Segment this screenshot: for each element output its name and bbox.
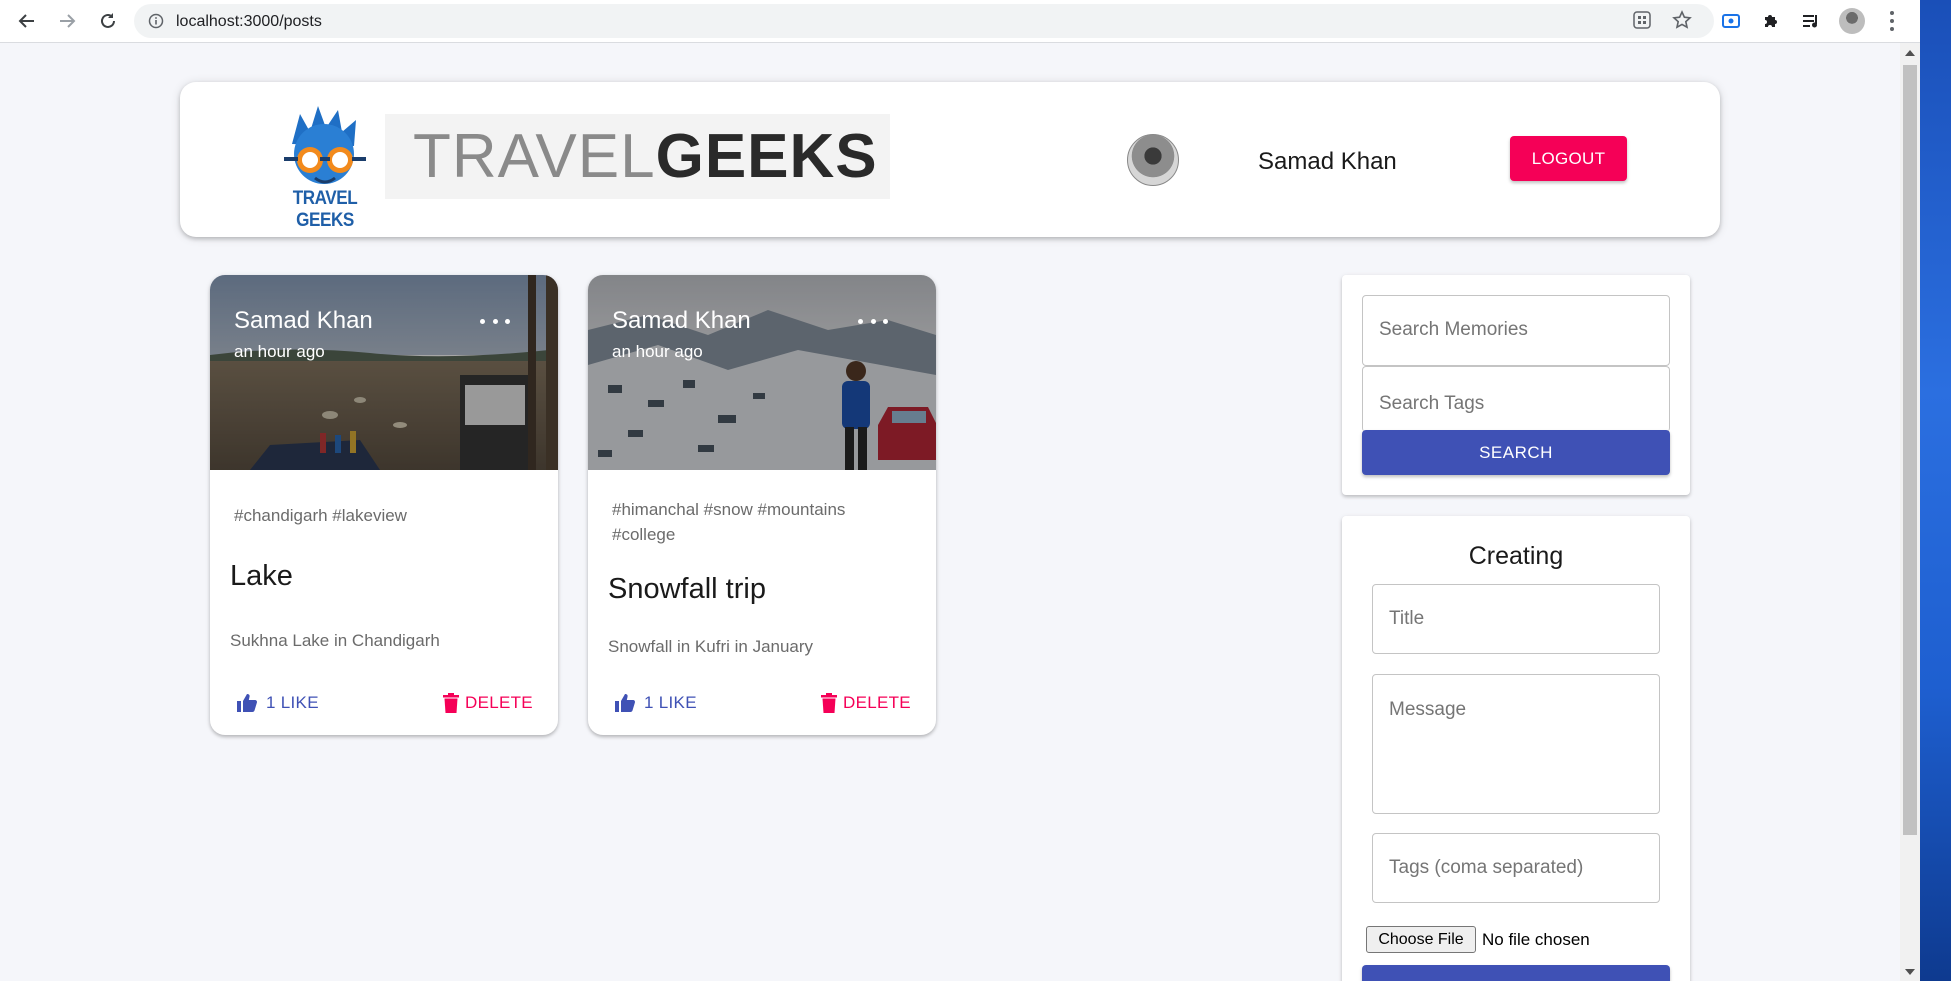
thumb-up-icon (237, 694, 258, 712)
create-memory-form: Creating Title Message Tags (coma separa… (1342, 516, 1690, 981)
search-tags-placeholder: Search Tags (1379, 393, 1485, 414)
like-count-label: 1 LIKE (644, 693, 697, 712)
scroll-down-arrow-icon[interactable] (1905, 969, 1915, 975)
submit-button[interactable] (1362, 965, 1670, 981)
trash-icon (443, 693, 459, 713)
wordmark-geeks: GEEKS (655, 122, 878, 191)
file-status-text: No file chosen (1482, 930, 1590, 949)
forward-button[interactable] (54, 8, 80, 34)
browser-menu-icon[interactable] (1885, 9, 1899, 33)
extensions-puzzle-icon[interactable] (1759, 9, 1783, 33)
qr-code-icon[interactable] (1630, 8, 1654, 32)
tags-input[interactable]: Tags (coma separated) (1372, 833, 1660, 903)
media-queue-icon[interactable] (1799, 9, 1823, 33)
like-button[interactable]: 1 LIKE (614, 693, 697, 713)
reload-icon (101, 13, 115, 28)
delete-label: DELETE (465, 693, 533, 712)
reload-button[interactable] (95, 8, 121, 34)
post-time: an hour ago (612, 342, 703, 361)
title-input[interactable]: Title (1372, 584, 1660, 654)
search-button[interactable]: SEARCH (1362, 430, 1670, 475)
address-bar[interactable]: localhost:3000/posts (134, 4, 1714, 38)
back-button[interactable] (14, 8, 40, 34)
site-info-icon[interactable] (148, 13, 164, 34)
post-author: Samad Khan (612, 307, 751, 334)
logo-caption: TRAVEL GEEKS (292, 188, 358, 231)
post-message: Sukhna Lake in Chandigarh (230, 631, 440, 650)
post-message: Snowfall in Kufri in January (608, 637, 814, 656)
search-memories-input[interactable]: Search Memories (1362, 295, 1670, 366)
delete-button[interactable]: DELETE (443, 693, 533, 713)
more-options-icon[interactable] (480, 315, 510, 327)
message-textarea[interactable]: Message (1372, 674, 1660, 814)
trash-icon (821, 693, 837, 713)
user-name: Samad Khan (1258, 148, 1397, 175)
post-card: Samad Khan an hour ago #chandigarh #lake… (210, 275, 558, 735)
like-count-label: 1 LIKE (266, 693, 319, 712)
like-button[interactable]: 1 LIKE (236, 693, 319, 713)
browser-profile-avatar[interactable] (1839, 8, 1865, 34)
travelgeeks-logo[interactable]: TRAVEL GEEKS (270, 102, 380, 231)
page-viewport: TRAVEL GEEKS TRAVEL GEEKS Samad Khan LOGO… (0, 43, 1900, 981)
arrow-left-icon (18, 14, 34, 28)
post-title: Lake (230, 560, 293, 592)
geek-mascot-icon (284, 106, 366, 184)
scroll-up-arrow-icon[interactable] (1905, 50, 1915, 56)
post-card: Samad Khan an hour ago #himanchal #snow … (588, 275, 936, 735)
message-placeholder: Message (1389, 699, 1467, 720)
more-options-icon[interactable] (858, 315, 888, 327)
image-overlay (210, 275, 558, 470)
url-text: localhost:3000/posts (176, 13, 322, 30)
choose-file-button[interactable]: Choose File (1366, 926, 1476, 953)
app-bar: TRAVEL GEEKS TRAVEL GEEKS Samad Khan LOGO… (180, 82, 1720, 237)
post-tags: #chandigarh #lakeview (234, 506, 407, 525)
page-scrollbar[interactable] (1900, 43, 1920, 981)
scrollbar-thumb[interactable] (1903, 65, 1917, 835)
bookmark-star-icon[interactable] (1670, 8, 1694, 32)
screen-capture-extension-icon[interactable] (1719, 9, 1743, 33)
post-title: Snowfall trip (608, 573, 766, 605)
search-memories-placeholder: Search Memories (1379, 319, 1528, 340)
wordmark-travel: TRAVEL (413, 122, 656, 191)
delete-button[interactable]: DELETE (821, 693, 911, 713)
arrow-right-icon (60, 14, 76, 28)
post-author: Samad Khan (234, 307, 373, 334)
delete-label: DELETE (843, 693, 911, 712)
title-placeholder: Title (1389, 608, 1425, 629)
post-tags: #himanchal #snow #mountains #college (612, 500, 846, 544)
post-time: an hour ago (234, 342, 325, 361)
form-heading: Creating (1468, 542, 1564, 570)
user-avatar[interactable] (1127, 134, 1179, 186)
search-panel: Search Memories Search Tags SEARCH (1342, 275, 1690, 495)
desktop-background (1920, 0, 1951, 981)
image-overlay (588, 275, 936, 470)
travelgeeks-wordmark[interactable]: TRAVEL GEEKS (385, 114, 890, 199)
search-tags-input[interactable]: Search Tags (1362, 366, 1670, 432)
logout-button[interactable]: LOGOUT (1510, 136, 1627, 181)
thumb-up-icon (615, 694, 636, 712)
tags-placeholder: Tags (coma separated) (1389, 857, 1584, 878)
browser-toolbar: localhost:3000/posts (0, 0, 1951, 43)
